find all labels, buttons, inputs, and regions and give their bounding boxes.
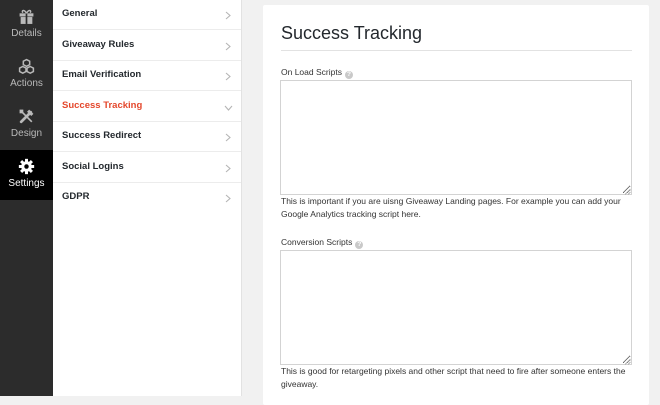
cubes-icon — [18, 58, 35, 75]
rail-item-details[interactable]: Details — [0, 0, 53, 50]
nav-item-gdpr[interactable]: GDPR — [53, 183, 241, 213]
help-icon[interactable]: ? — [344, 71, 353, 79]
onload-scripts-label: On Load Scripts? — [281, 67, 353, 79]
conversion-scripts-label-text: Conversion Scripts — [281, 237, 353, 247]
title-divider — [281, 50, 632, 51]
page-title: Success Tracking — [281, 23, 423, 43]
resize-grip-icon[interactable] — [624, 188, 631, 195]
rail-label-settings: Settings — [8, 178, 45, 189]
onload-scripts-label-text: On Load Scripts — [281, 67, 342, 77]
settings-nav: General Giveaway Rules Email Verificatio… — [53, 0, 242, 396]
chevron-right-icon — [225, 164, 231, 172]
nav-item-general[interactable]: General — [53, 0, 241, 30]
nav-item-label: Email Verification — [62, 69, 142, 80]
builder-sidebar: Details Actions Design Settings — [0, 0, 53, 396]
rail-label-design: Design — [10, 128, 43, 139]
chevron-right-icon — [225, 11, 231, 20]
nav-item-label: Giveaway Rules — [62, 38, 135, 50]
conversion-scripts-input[interactable] — [280, 250, 632, 365]
resize-grip-icon[interactable] — [624, 358, 631, 365]
nav-item-email-verification[interactable]: Email Verification — [53, 61, 241, 91]
gear-icon — [18, 158, 35, 175]
nav-item-giveaway-rules[interactable]: Giveaway Rules — [53, 31, 241, 61]
chevron-down-icon — [224, 105, 233, 111]
rail-label-details: Details — [11, 28, 42, 39]
rail-label-actions: Actions — [10, 78, 43, 89]
nav-item-label: Social Logins — [62, 160, 124, 172]
settings-panel: Success Tracking On Load Scripts? This i… — [263, 5, 649, 405]
help-icon[interactable]: ? — [355, 241, 364, 249]
tools-icon — [19, 109, 34, 124]
nav-item-success-tracking[interactable]: Success Tracking — [53, 92, 241, 122]
nav-item-label: General — [62, 8, 98, 19]
nav-item-label: GDPR — [62, 191, 90, 202]
nav-item-label: Success Tracking — [62, 99, 143, 111]
nav-item-success-redirect[interactable]: Success Redirect — [53, 122, 241, 152]
chevron-right-icon — [225, 133, 231, 142]
gift-icon — [19, 9, 34, 24]
chevron-right-icon — [225, 42, 231, 50]
chevron-right-icon — [225, 72, 231, 81]
nav-item-label: Success Redirect — [62, 130, 142, 141]
conversion-scripts-description: This is good for retargeting pixels and … — [281, 366, 626, 389]
chevron-right-icon — [225, 194, 231, 203]
nav-item-social-logins[interactable]: Social Logins — [53, 153, 241, 183]
onload-scripts-description: This is important if you are uisng Givea… — [281, 196, 621, 219]
onload-scripts-input[interactable] — [280, 80, 632, 195]
conversion-scripts-label: Conversion Scripts? — [281, 237, 364, 249]
rail-item-actions[interactable]: Actions — [0, 50, 53, 100]
rail-item-design[interactable]: Design — [0, 100, 53, 150]
rail-item-settings[interactable]: Settings — [0, 150, 53, 200]
